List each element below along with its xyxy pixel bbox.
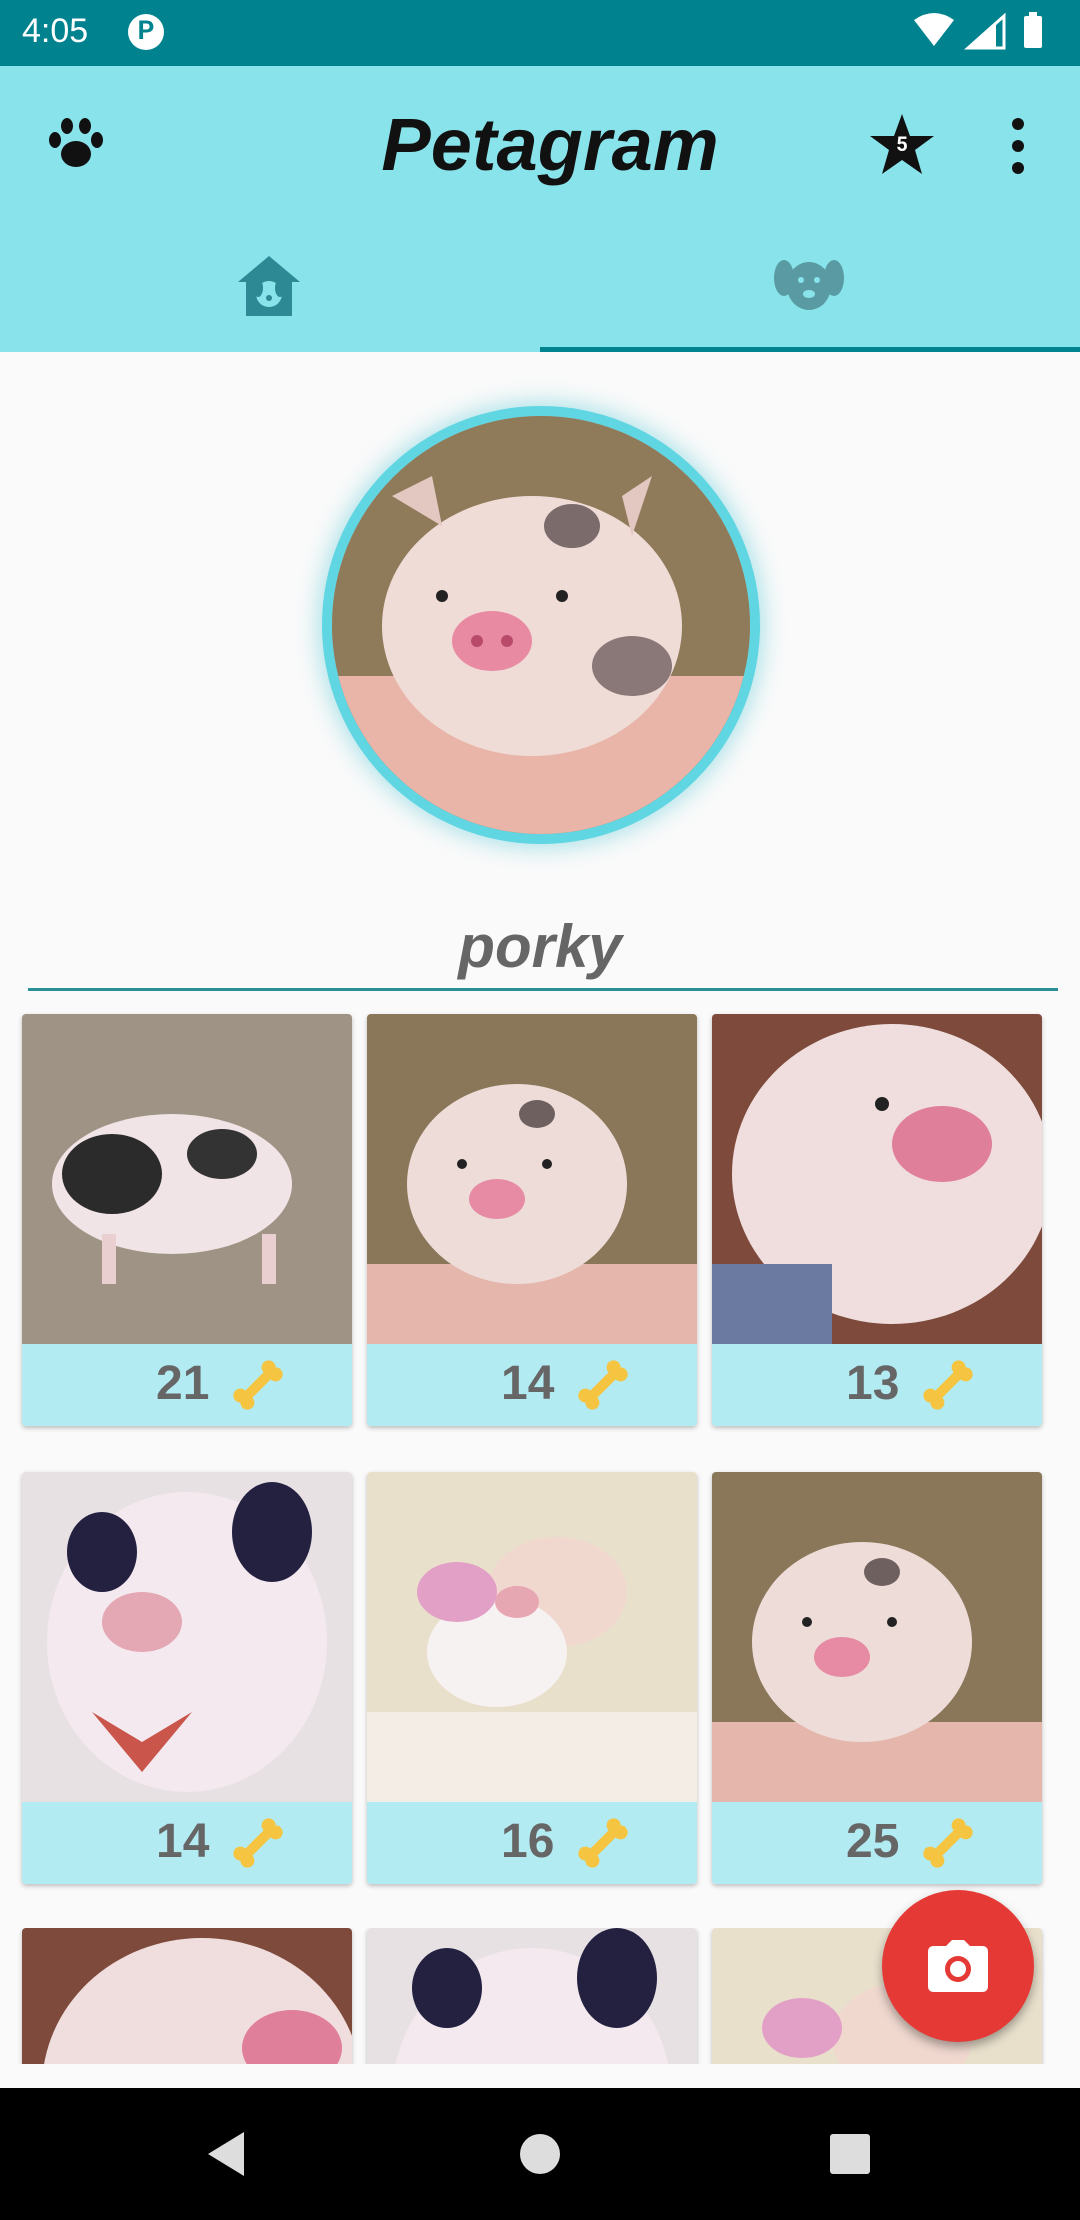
photo-card[interactable] <box>22 1928 352 2064</box>
card-footer: 25 <box>712 1802 1042 1884</box>
profile-photo-frame <box>322 406 760 844</box>
pet-photo <box>367 1014 697 1344</box>
more-options-icon[interactable] <box>1006 116 1030 176</box>
camera-icon <box>928 1940 988 1992</box>
username-divider <box>28 988 1058 991</box>
tab-bar <box>0 220 1080 352</box>
bone-icon[interactable] <box>573 1354 633 1416</box>
camera-fab[interactable] <box>882 1890 1034 2042</box>
system-status-icons <box>914 12 1042 50</box>
wifi-icon <box>914 13 954 46</box>
card-footer: 14 <box>22 1802 352 1884</box>
favorites-count: 5 <box>896 132 908 156</box>
card-footer: 16 <box>367 1802 697 1884</box>
system-navigation-bar <box>0 2088 1080 2220</box>
app-bar: Petagram 5 <box>0 66 1080 220</box>
tab-home[interactable] <box>0 220 540 352</box>
dog-face-icon <box>774 260 844 310</box>
dog-house-icon <box>238 256 300 316</box>
home-icon[interactable] <box>518 2132 562 2176</box>
status-time: 4:05 <box>22 12 89 50</box>
profile-photo[interactable] <box>332 416 750 834</box>
like-count: 21 <box>156 1357 210 1410</box>
like-count: 13 <box>846 1357 900 1410</box>
card-footer: 21 <box>22 1344 352 1426</box>
tab-indicator <box>540 347 1080 352</box>
tab-profile[interactable] <box>540 220 1080 352</box>
bone-icon[interactable] <box>228 1354 288 1416</box>
bone-icon[interactable] <box>918 1812 978 1874</box>
photo-card[interactable] <box>367 1928 697 2064</box>
card-footer: 13 <box>712 1344 1042 1426</box>
battery-icon <box>1024 16 1042 48</box>
photo-card[interactable]: 14 <box>22 1472 352 1884</box>
pet-photo <box>367 1928 697 2064</box>
bone-icon[interactable] <box>573 1812 633 1874</box>
photo-card[interactable]: 21 <box>22 1014 352 1426</box>
pet-photo <box>22 1472 352 1802</box>
like-count: 16 <box>501 1815 555 1868</box>
favorites-button[interactable]: 5 <box>868 112 936 176</box>
pet-photo <box>22 1928 352 2064</box>
like-count: 25 <box>846 1815 900 1868</box>
bone-icon[interactable] <box>918 1354 978 1416</box>
notification-icon: P <box>128 14 164 50</box>
pet-photo <box>712 1472 1042 1802</box>
back-icon[interactable] <box>204 2130 248 2178</box>
pet-photo <box>712 1014 1042 1344</box>
photo-card[interactable]: 25 <box>712 1472 1042 1884</box>
like-count: 14 <box>156 1815 210 1868</box>
photo-card[interactable]: 14 <box>367 1014 697 1426</box>
bone-icon[interactable] <box>228 1812 288 1874</box>
pet-photo <box>367 1472 697 1802</box>
photo-card[interactable]: 13 <box>712 1014 1042 1426</box>
photo-card[interactable]: 16 <box>367 1472 697 1884</box>
card-footer: 14 <box>367 1344 697 1426</box>
profile-username: porky <box>458 913 622 980</box>
pet-photo <box>22 1014 352 1344</box>
like-count: 14 <box>501 1357 555 1410</box>
recents-icon[interactable] <box>830 2134 870 2174</box>
status-bar: 4:05 P <box>0 0 1080 66</box>
